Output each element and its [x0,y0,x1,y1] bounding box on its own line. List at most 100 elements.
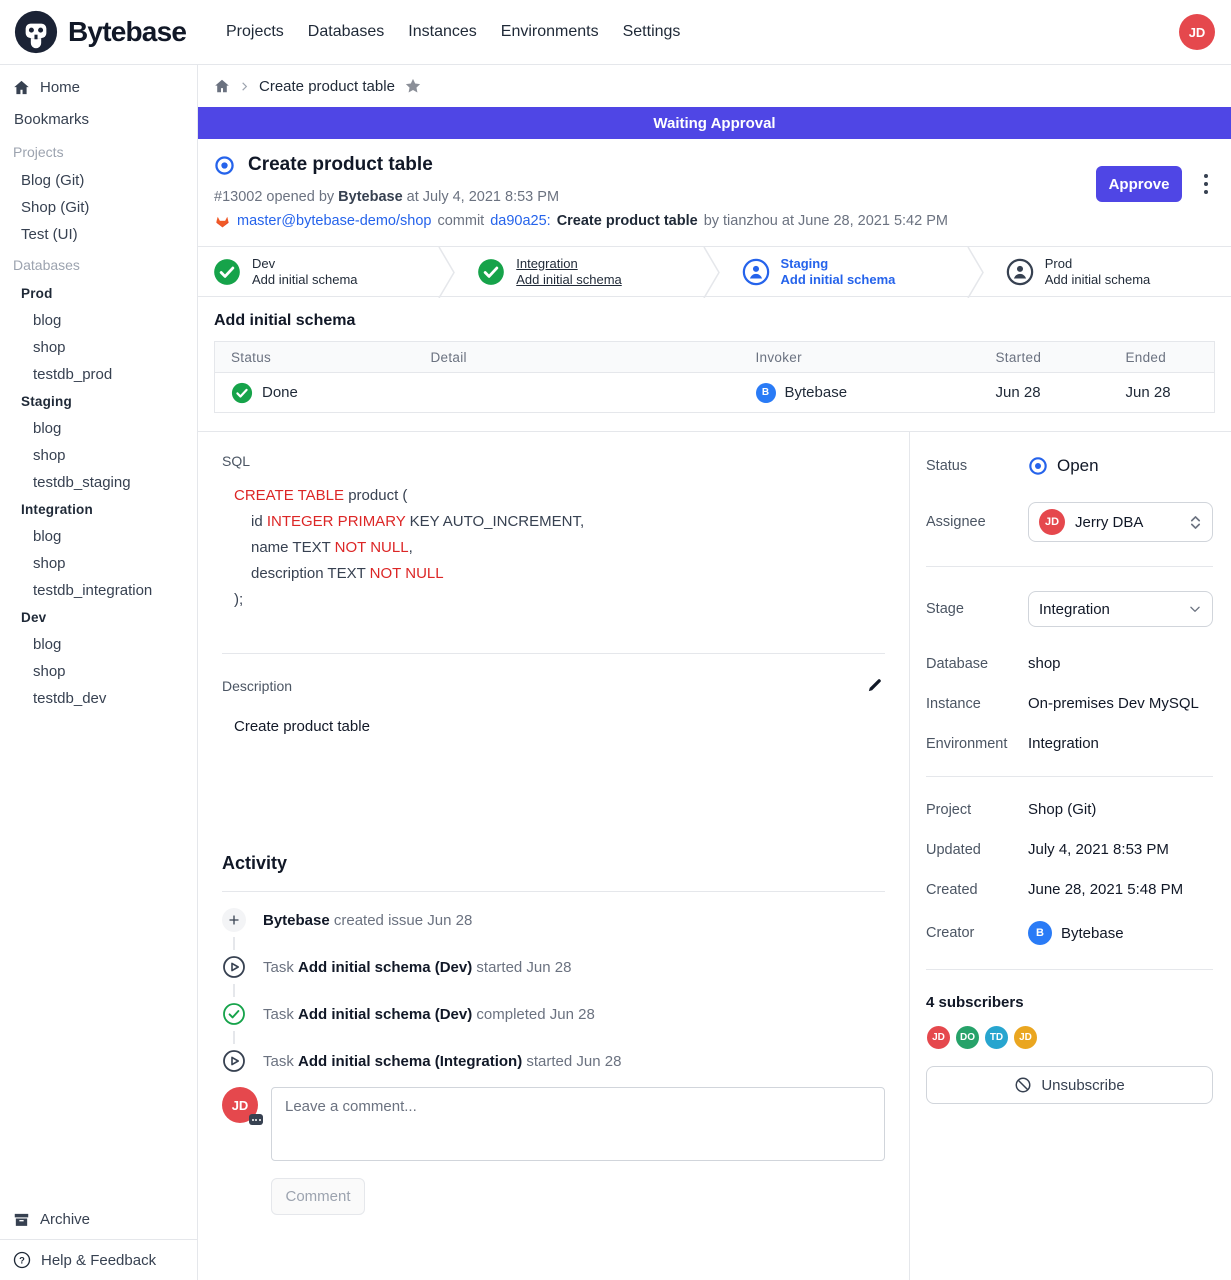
comment-button[interactable]: Comment [271,1178,365,1215]
unsubscribe-button[interactable]: Unsubscribe [926,1066,1213,1104]
stage-staging[interactable]: StagingAdd initial schema [725,247,967,296]
sidebar-item-project-blog[interactable]: Blog (Git) [0,167,197,194]
sidebar-env-integration: Integration [0,496,197,523]
stage-pending-approval-icon [742,258,770,286]
stage-pending-approval-icon [1006,258,1034,286]
issue-header: Create product table #13002 opened by By… [198,139,1231,246]
sidebar-db-item[interactable]: shop [0,550,197,577]
database-value[interactable]: shop [1028,655,1213,672]
issue-title: Create product table [248,154,433,176]
stage-done-icon [477,258,505,286]
select-updown-icon [1189,514,1202,531]
task-table: Status Detail Invoker Started Ended Do [214,341,1215,413]
sql-label: SQL [222,453,885,469]
activity-timeline: Bytebase created issue Jun 28 Task Add i… [222,908,885,1073]
comment-input[interactable] [271,1087,885,1161]
nav-item-databases[interactable]: Databases [308,23,385,41]
activity-event: Task Add initial schema (Integration) st… [222,1049,885,1073]
issue-open-status-icon [214,155,235,176]
task-table-header: Status Detail Invoker Started Ended [215,342,1215,373]
project-value[interactable]: Shop (Git) [1028,801,1213,818]
breadcrumb-chevron-icon [239,81,250,92]
nav-item-instances[interactable]: Instances [408,23,476,41]
updated-value: July 4, 2021 8:53 PM [1028,841,1213,858]
sidebar-section-databases: Databases [0,250,197,280]
task-started: Jun 28 [980,373,1110,413]
chevron-down-icon [1188,602,1202,616]
stage-prod[interactable]: ProdAdd initial schema [989,247,1231,296]
divider [926,566,1213,567]
task-completed-icon [222,1002,246,1026]
description-text: Create product table [234,718,885,735]
sidebar-item-project-test[interactable]: Test (UI) [0,221,197,248]
issue-main-panel: SQL CREATE TABLE product ( id INTEGER PR… [198,432,910,1280]
sidebar-db-item[interactable]: testdb_prod [0,361,197,388]
sidebar-db-item[interactable]: blog [0,415,197,442]
sidebar-db-item[interactable]: shop [0,334,197,361]
sidebar-item-archive[interactable]: Archive [0,1199,197,1239]
user-avatar[interactable]: JD [1179,14,1215,50]
assignee-avatar: JD [1039,509,1065,535]
edit-description-icon[interactable] [864,675,885,696]
sidebar-item-help-feedback[interactable]: ? Help & Feedback [0,1240,197,1280]
sidebar-db-item[interactable]: blog [0,523,197,550]
divider [926,969,1213,970]
stage-dev[interactable]: DevAdd initial schema [198,247,438,296]
help-icon: ? [13,1251,31,1269]
nav-item-projects[interactable]: Projects [226,23,284,41]
gitlab-icon [214,213,231,229]
sidebar-item-home[interactable]: Home [0,71,197,103]
breadcrumb-home-icon[interactable] [214,78,230,94]
sidebar-db-item[interactable]: testdb_dev [0,685,197,712]
task-ended: Jun 28 [1110,373,1215,413]
database-label: Database [926,656,1028,672]
description-label: Description [222,678,292,694]
environment-value[interactable]: Integration [1028,735,1213,752]
task-row[interactable]: Done B Bytebase Jun 28 Jun 28 [215,373,1215,413]
waiting-approval-banner: Waiting Approval [198,107,1231,139]
nav-item-settings[interactable]: Settings [623,23,681,41]
task-status: Done [262,384,298,401]
created-value: June 28, 2021 5:48 PM [1028,881,1213,898]
creator-value: Bytebase [1061,925,1124,942]
stage-separator [967,247,989,296]
comment-bubble-icon [249,1114,263,1125]
comment-user-avatar: JD [222,1087,258,1123]
sidebar-item-bookmarks[interactable]: Bookmarks [0,103,197,135]
activity-event: Task Add initial schema (Dev) completed … [222,1002,885,1026]
sidebar-db-item[interactable]: testdb_integration [0,577,197,604]
created-label: Created [926,882,1028,898]
sidebar-db-item[interactable]: blog [0,631,197,658]
instance-value[interactable]: On-premises Dev MySQL [1028,695,1213,712]
task-invoker: Bytebase [785,384,848,401]
task-section-title: Add initial schema [214,312,1215,330]
assignee-label: Assignee [926,514,1028,530]
bookmark-star-icon[interactable] [404,77,422,95]
assignee-value: Jerry DBA [1075,514,1179,531]
timeline-connector [233,937,235,950]
svg-text:?: ? [19,1255,25,1265]
more-options-icon[interactable] [1195,169,1217,199]
stage-done-icon [213,258,241,286]
commit-message: Create product table [557,213,698,229]
divider [926,776,1213,777]
stage-value: Integration [1039,601,1178,618]
stage-integration[interactable]: IntegrationAdd initial schema [460,247,702,296]
sidebar-db-item[interactable]: shop [0,658,197,685]
nav-item-environments[interactable]: Environments [501,23,599,41]
brand[interactable]: Bytebase [13,9,195,55]
assignee-select[interactable]: JD Jerry DBA [1028,502,1213,542]
stage-select[interactable]: Integration [1028,591,1213,627]
approve-button[interactable]: Approve [1096,166,1182,202]
sidebar-db-item[interactable]: testdb_staging [0,469,197,496]
commit-hash-link[interactable]: da90a25: [490,213,550,229]
sidebar-item-project-shop[interactable]: Shop (Git) [0,194,197,221]
sidebar-db-item[interactable]: blog [0,307,197,334]
subscriber-avatar: DO [955,1025,980,1050]
commit-branch-link[interactable]: master@bytebase-demo/shop [237,213,431,229]
sql-code: CREATE TABLE product ( id INTEGER PRIMAR… [234,483,885,613]
activity-event: Task Add initial schema (Dev) started Ju… [222,955,885,979]
home-icon [13,79,30,96]
sidebar-db-item[interactable]: shop [0,442,197,469]
left-sidebar: Home Bookmarks Projects Blog (Git) Shop … [0,65,198,1280]
